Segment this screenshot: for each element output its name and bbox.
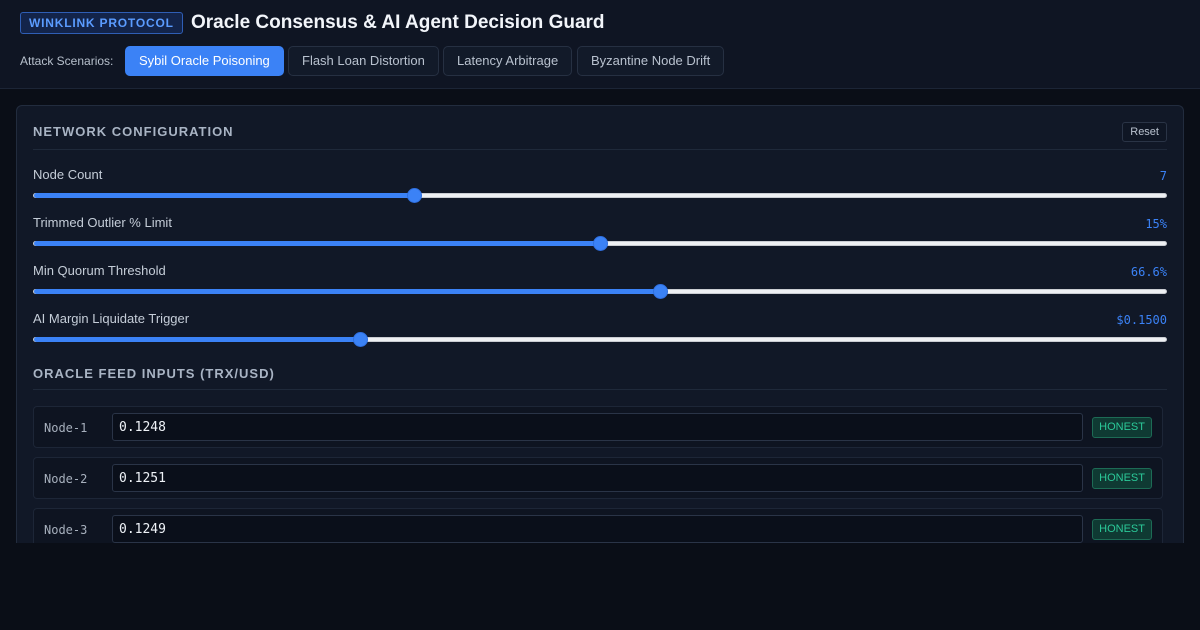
node-2-price-input[interactable] (112, 464, 1083, 492)
reset-button[interactable]: Reset (1122, 122, 1167, 142)
ai-margin-liquidate-trigger-value: $0.1500 (1116, 313, 1167, 327)
trimmed-outlier-limit-value: 15% (1145, 217, 1167, 231)
node-3-price-input[interactable] (112, 515, 1083, 543)
node-count-value: 7 (1159, 169, 1167, 183)
slider-thumb[interactable] (652, 284, 668, 299)
min-quorum-threshold-slider[interactable] (33, 284, 1167, 299)
node-label: Node-2 (44, 472, 88, 486)
attack-scenarios-label: Attack Scenarios: (20, 54, 114, 68)
slider-fill (34, 193, 415, 198)
slider-thumb[interactable] (353, 332, 369, 347)
scenario-tab-sybil-oracle-poisoning[interactable]: Sybil Oracle Poisoning (125, 46, 284, 76)
status-badge: HONEST (1092, 417, 1152, 438)
node-count-slider[interactable] (33, 188, 1167, 203)
slider-thumb[interactable] (593, 236, 608, 251)
ai-margin-liquidate-trigger-label: AI Margin Liquidate Trigger (33, 311, 190, 326)
node-label: Node-3 (44, 523, 88, 537)
slider-fill (34, 337, 361, 342)
top-header: WINKLINK PROTOCOL Oracle Consensus & AI … (0, 0, 1200, 89)
node-count-label: Node Count (33, 167, 103, 182)
slider-thumb[interactable] (407, 188, 423, 203)
network-configuration-heading: NETWORK CONFIGURATION (33, 124, 234, 139)
section-divider (33, 389, 1167, 390)
slider-fill (34, 241, 600, 246)
brand-badge: WINKLINK PROTOCOL (20, 12, 183, 34)
node-1-price-input[interactable] (112, 413, 1083, 441)
oracle-node-row: Node-3 HONEST (33, 508, 1163, 543)
status-badge: HONEST (1092, 468, 1152, 489)
min-quorum-threshold-value: 66.6% (1130, 265, 1167, 279)
oracle-node-row: Node-1 HONEST (33, 406, 1163, 448)
oracle-feed-inputs-heading: ORACLE FEED INPUTS (TRX/USD) (33, 366, 275, 381)
page-title: Oracle Consensus & AI Agent Decision Gua… (191, 12, 605, 33)
node-label: Node-1 (44, 421, 88, 435)
section-divider (33, 149, 1167, 150)
scenario-tab-flash-loan-distortion[interactable]: Flash Loan Distortion (288, 46, 439, 76)
scenario-tab-latency-arbitrage[interactable]: Latency Arbitrage (443, 46, 573, 76)
slider-fill (34, 289, 660, 294)
status-badge: HONEST (1092, 519, 1152, 540)
ai-margin-liquidate-trigger-slider[interactable] (33, 332, 1167, 347)
trimmed-outlier-limit-slider[interactable] (33, 236, 1167, 251)
scenario-tab-byzantine-node-drift[interactable]: Byzantine Node Drift (577, 46, 725, 76)
trimmed-outlier-limit-label: Trimmed Outlier % Limit (33, 215, 172, 230)
oracle-node-row: Node-2 HONEST (33, 457, 1163, 499)
config-panel: NETWORK CONFIGURATION Reset Node Count 7… (16, 105, 1184, 543)
min-quorum-threshold-label: Min Quorum Threshold (33, 263, 166, 278)
